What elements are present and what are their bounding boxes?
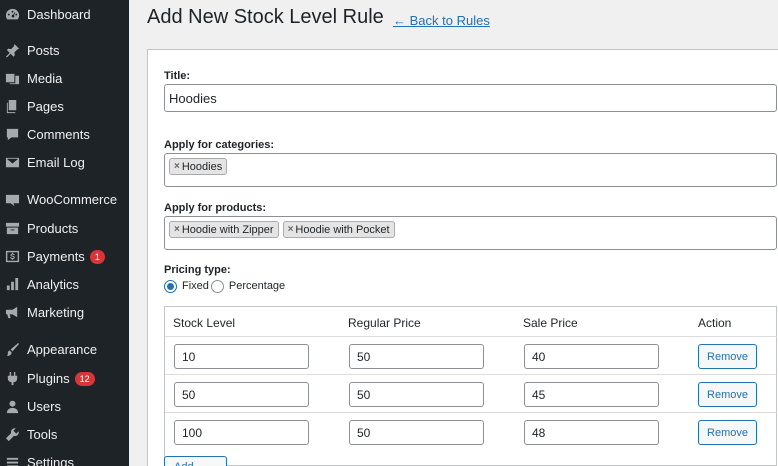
pages-icon <box>4 98 20 114</box>
sidebar-item-pages[interactable]: Pages <box>0 92 129 120</box>
col-header-sale-price: Sale Price <box>523 316 578 330</box>
pricing-type-group: Fixed Percentage <box>164 278 285 294</box>
woo-icon <box>4 191 20 207</box>
header-divider <box>165 336 777 337</box>
sidebar-item-analytics[interactable]: Analytics <box>0 270 129 298</box>
sidebar-item-label: Email Log <box>27 154 85 170</box>
user-icon <box>4 398 20 414</box>
settings-icon <box>4 454 20 466</box>
title-label: Title: <box>164 70 191 82</box>
dollar-icon <box>4 248 20 264</box>
sidebar-item-posts[interactable]: Posts <box>0 36 129 64</box>
products-select[interactable]: × Hoodie with Zipper × Hoodie with Pocke… <box>164 216 777 250</box>
sidebar-item-media[interactable]: Media <box>0 64 129 92</box>
remove-chip-icon[interactable]: × <box>288 224 294 235</box>
sidebar-item-plugins[interactable]: Plugins 12 <box>0 364 129 392</box>
sidebar-item-label: Pages <box>27 98 64 114</box>
dashboard-icon <box>4 6 20 22</box>
radio-fixed[interactable] <box>164 279 177 293</box>
remove-row-button[interactable]: Remove <box>698 420 757 445</box>
remove-row-button[interactable]: Remove <box>698 382 757 407</box>
megaphone-icon <box>4 304 20 320</box>
products-label: Apply for products: <box>164 202 267 214</box>
sidebar-item-label: Tools <box>27 426 58 442</box>
radio-fixed-label: Fixed <box>182 280 209 292</box>
sidebar-item-appearance[interactable]: Appearance <box>0 335 129 363</box>
col-header-stock-level: Stock Level <box>173 316 236 330</box>
radio-percentage[interactable] <box>210 279 224 293</box>
chip-label: Hoodies <box>181 160 223 173</box>
sale-price-input[interactable]: 48 <box>524 420 659 445</box>
sidebar-item-products[interactable]: Products <box>0 214 129 242</box>
chip-label: Hoodie with Pocket <box>295 223 390 236</box>
sidebar-item-label: Plugins <box>27 370 70 386</box>
sidebar-item-label: Marketing <box>27 304 85 320</box>
row-divider <box>165 374 777 375</box>
pricing-type-label: Pricing type: <box>164 264 231 276</box>
sidebar-item-payments[interactable]: Payments 1 <box>0 242 129 270</box>
sidebar-item-label: Products <box>27 220 79 236</box>
col-header-action: Action <box>698 316 732 330</box>
stock-level-input[interactable]: 50 <box>174 382 309 407</box>
plugin-icon <box>4 370 20 386</box>
admin-sidebar: Dashboard Posts Media Pages Comments Ema… <box>0 0 129 466</box>
sidebar-item-label: Users <box>27 398 61 414</box>
categories-label: Apply for categories: <box>164 139 275 151</box>
chip-label: Hoodie with Zipper <box>181 223 274 236</box>
page-title: Add New Stock Level Rule <box>147 6 384 28</box>
sidebar-item-woocommerce[interactable]: WooCommerce <box>0 185 129 213</box>
sidebar-item-label: Posts <box>27 42 60 58</box>
col-header-regular-price: Regular Price <box>348 316 421 330</box>
sidebar-item-tools[interactable]: Tools <box>0 420 129 448</box>
pin-icon <box>4 42 20 58</box>
radio-percentage-label: Percentage <box>228 280 286 292</box>
sale-price-input[interactable]: 45 <box>524 382 659 407</box>
sale-price-input[interactable]: 40 <box>524 344 659 369</box>
categories-select[interactable]: × Hoodies <box>164 153 777 187</box>
sidebar-item-marketing[interactable]: Marketing <box>0 298 129 326</box>
notification-badge: 12 <box>74 371 95 386</box>
wrench-icon <box>4 426 20 442</box>
stock-level-input[interactable]: 100 <box>174 420 309 445</box>
sidebar-item-label: Comments <box>27 126 90 142</box>
sidebar-item-comments[interactable]: Comments <box>0 120 129 148</box>
comment-icon <box>4 126 20 142</box>
sidebar-item-label: Appearance <box>27 341 98 357</box>
sidebar-item-settings[interactable]: Settings <box>0 448 129 466</box>
notification-badge: 1 <box>89 249 105 264</box>
regular-price-input[interactable]: 50 <box>349 382 484 407</box>
regular-price-input[interactable]: 50 <box>349 344 484 369</box>
product-chip: × Hoodie with Pocket <box>282 221 395 238</box>
title-input[interactable]: Hoodies <box>164 84 777 112</box>
media-icon <box>4 70 20 86</box>
bar-chart-icon <box>4 276 20 292</box>
regular-price-input[interactable]: 50 <box>349 420 484 445</box>
sidebar-item-label: WooCommerce <box>27 191 118 207</box>
sidebar-item-label: Analytics <box>27 276 80 292</box>
category-chip: × Hoodies <box>169 158 228 175</box>
sidebar-item-label: Settings <box>27 454 74 466</box>
envelope-icon <box>4 154 20 170</box>
sidebar-item-label: Dashboard <box>27 6 91 22</box>
archive-icon <box>4 220 20 236</box>
sidebar-item-label: Payments <box>27 248 85 264</box>
product-chip: × Hoodie with Zipper <box>169 221 279 238</box>
remove-row-button[interactable]: Remove <box>698 344 757 369</box>
sidebar-item-label: Media <box>27 70 63 86</box>
paintbrush-icon <box>4 341 20 357</box>
row-divider <box>165 412 777 413</box>
stock-level-input[interactable]: 10 <box>174 344 309 369</box>
sidebar-item-dashboard[interactable]: Dashboard <box>0 0 129 28</box>
remove-chip-icon[interactable]: × <box>174 161 180 172</box>
add-rule-button[interactable]: Add Rule <box>164 456 227 466</box>
back-to-rules-link[interactable]: ← Back to Rules <box>393 13 490 28</box>
sidebar-item-users[interactable]: Users <box>0 392 129 420</box>
sidebar-item-email-log[interactable]: Email Log <box>0 148 129 176</box>
remove-chip-icon[interactable]: × <box>174 224 180 235</box>
